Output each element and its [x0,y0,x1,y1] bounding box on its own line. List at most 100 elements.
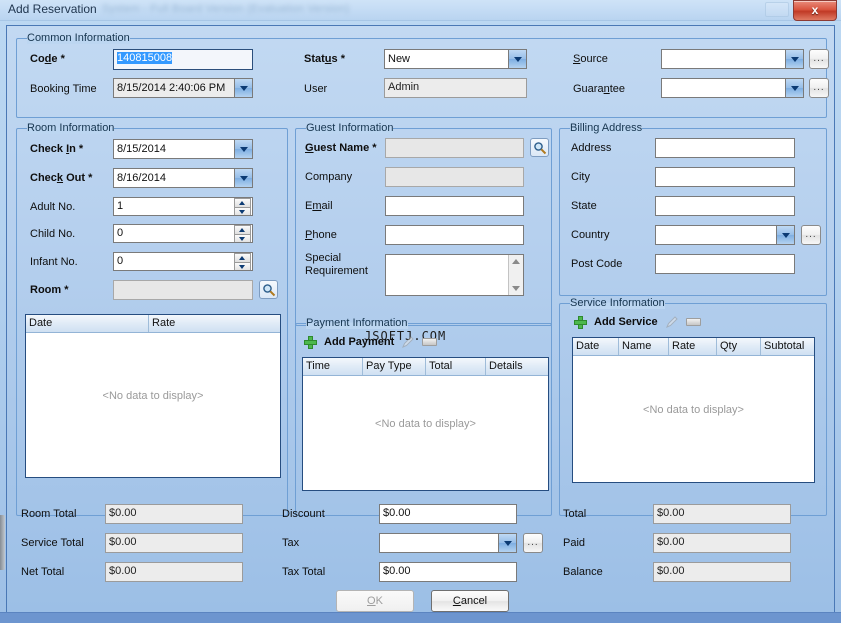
grid-column-header[interactable]: Rate [669,338,717,355]
user-label: User [304,83,327,95]
close-icon[interactable]: x [793,0,837,21]
add-icon[interactable] [574,316,587,329]
room-rate-grid-header: Date Rate [26,315,280,333]
balance-value: $0.00 [653,562,791,582]
delete-icon[interactable] [686,318,701,326]
group-guest-information: Guest Information Guest Name * Company E… [295,128,552,326]
chevron-down-icon[interactable] [234,140,252,158]
edit-pencil-icon[interactable] [665,315,679,329]
address-input[interactable] [655,138,795,158]
grid-column-header[interactable]: Name [619,338,669,355]
grid-column-header[interactable]: Subtotal [761,338,814,355]
chevron-down-icon[interactable] [508,50,526,68]
guest-search-icon[interactable] [530,138,549,157]
minimize-button[interactable] [765,2,789,17]
room-total-label: Room Total [21,508,76,520]
chevron-down-icon[interactable] [785,79,803,97]
stepper-down-icon[interactable] [234,234,251,243]
discount-input[interactable]: $0.00 [379,504,517,524]
stepper-down-icon[interactable] [234,207,251,216]
room-input[interactable] [113,280,253,300]
infant-no-stepper[interactable]: 0 [113,252,253,271]
check-in-combo[interactable]: 8/15/2014 [113,139,253,159]
chevron-down-icon[interactable] [785,50,803,68]
window-title: Add Reservation [8,2,97,16]
service-grid[interactable]: Date Name Rate Qty Subtotal <No data to … [572,337,815,483]
add-icon[interactable] [304,336,317,349]
ok-button[interactable]: OK [336,590,414,612]
window-resize-handle[interactable] [0,515,5,570]
payment-toolbar: Add Payment [304,335,437,349]
magnifier-glyph [262,283,276,297]
code-label: Code * [30,53,65,65]
magnifier-glyph [533,141,547,155]
edit-pencil-icon[interactable] [401,335,415,349]
check-in-label: Check In * [30,143,83,155]
room-search-icon[interactable] [259,280,278,299]
source-combo[interactable] [661,49,804,69]
group-title-billing-address: Billing Address [567,122,645,134]
add-payment-button[interactable]: Add Payment [324,336,394,348]
total-label: Total [563,508,586,520]
source-browse-button[interactable]: ... [809,49,829,69]
grid-column-header[interactable]: Details [486,358,548,375]
address-label: Address [571,142,611,154]
chevron-down-icon[interactable] [234,169,252,187]
scroll-up-icon[interactable] [512,259,520,264]
child-no-stepper[interactable]: 0 [113,224,253,243]
guarantee-browse-button[interactable]: ... [809,78,829,98]
scroll-down-icon[interactable] [512,286,520,291]
grid-column-header[interactable]: Pay Type [363,358,426,375]
chevron-down-icon[interactable] [776,226,794,244]
textarea-scrollbar[interactable] [508,255,523,295]
grid-column-header[interactable]: Qty [717,338,761,355]
grid-column-header[interactable]: Time [303,358,363,375]
guarantee-label: Guarantee [573,83,625,95]
state-input[interactable] [655,196,795,216]
stepper-down-icon[interactable] [234,262,251,271]
tax-label: Tax [282,537,299,549]
paid-label: Paid [563,537,585,549]
chevron-down-icon[interactable] [234,79,252,97]
chevron-down-icon[interactable] [498,534,516,552]
group-billing-address: Billing Address Address City State Count… [559,128,827,296]
tax-browse-button[interactable]: ... [523,533,543,553]
grid-column-header[interactable]: Total [426,358,486,375]
discount-label: Discount [282,508,325,520]
net-total-label: Net Total [21,566,64,578]
delete-icon[interactable] [422,338,437,346]
balance-label: Balance [563,566,603,578]
payment-grid[interactable]: Time Pay Type Total Details <No data to … [302,357,549,491]
phone-input[interactable] [385,225,524,245]
paid-value: $0.00 [653,533,791,553]
status-combo[interactable]: New [384,49,527,69]
room-rate-grid[interactable]: Date Rate <No data to display> [25,314,281,478]
child-no-label: Child No. [30,228,75,240]
grid-column-header[interactable]: Rate [149,315,280,332]
guest-name-input[interactable] [385,138,524,158]
post-code-input[interactable] [655,254,795,274]
grid-column-header[interactable]: Date [26,315,149,332]
infant-no-label: Infant No. [30,256,78,268]
country-combo[interactable] [655,225,795,245]
adult-no-stepper[interactable]: 1 [113,197,253,216]
booking-time-combo[interactable]: 8/15/2014 2:40:06 PM [113,78,253,98]
group-common-information: Common Information Code * 140815008 Book… [16,38,827,118]
country-browse-button[interactable]: ... [801,225,821,245]
grid-column-header[interactable]: Date [573,338,619,355]
cancel-button[interactable]: Cancel [431,590,509,612]
dialog-body: Common Information Code * 140815008 Book… [6,25,835,613]
city-input[interactable] [655,167,795,187]
pencil-glyph [401,335,415,349]
special-requirement-textarea[interactable] [385,254,524,296]
code-input[interactable]: 140815008 [113,49,253,70]
guarantee-combo[interactable] [661,78,804,98]
check-out-combo[interactable]: 8/16/2014 [113,168,253,188]
payment-grid-header: Time Pay Type Total Details [303,358,548,376]
tax-total-value[interactable]: $0.00 [379,562,517,582]
email-input[interactable] [385,196,524,216]
company-input[interactable] [385,167,524,187]
tax-combo[interactable] [379,533,517,553]
add-service-button[interactable]: Add Service [594,316,658,328]
group-service-information: Service Information Add Service Date Nam… [559,303,827,516]
